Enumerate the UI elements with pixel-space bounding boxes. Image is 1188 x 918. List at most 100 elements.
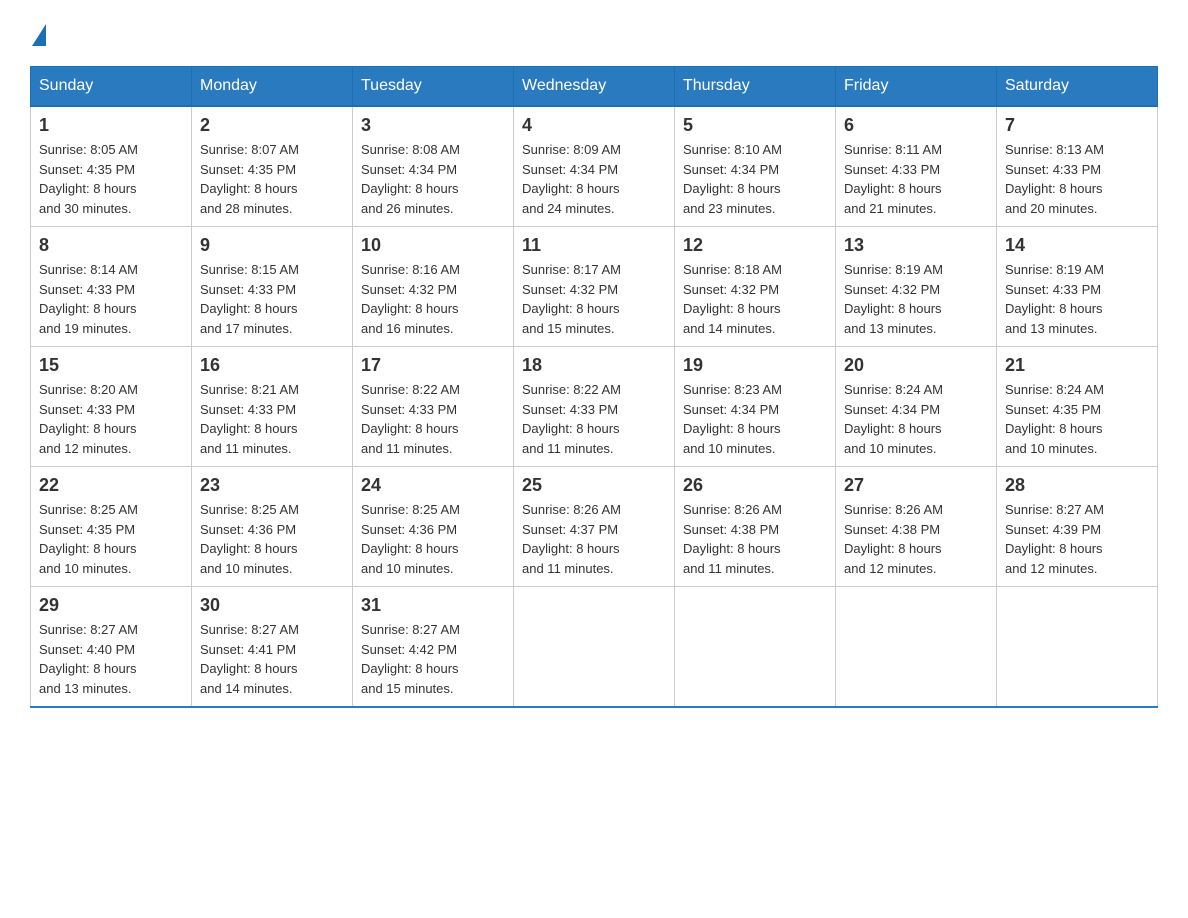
day-cell-5: 5 Sunrise: 8:10 AMSunset: 4:34 PMDayligh…	[675, 106, 836, 227]
day-info: Sunrise: 8:26 AMSunset: 4:37 PMDaylight:…	[522, 500, 666, 578]
day-cell-3: 3 Sunrise: 8:08 AMSunset: 4:34 PMDayligh…	[353, 106, 514, 227]
day-number: 10	[361, 235, 505, 256]
day-number: 17	[361, 355, 505, 376]
day-info: Sunrise: 8:25 AMSunset: 4:36 PMDaylight:…	[200, 500, 344, 578]
day-cell-12: 12 Sunrise: 8:18 AMSunset: 4:32 PMDaylig…	[675, 227, 836, 347]
column-header-thursday: Thursday	[675, 67, 836, 107]
day-number: 4	[522, 115, 666, 136]
day-cell-31: 31 Sunrise: 8:27 AMSunset: 4:42 PMDaylig…	[353, 587, 514, 708]
empty-cell	[836, 587, 997, 708]
day-info: Sunrise: 8:27 AMSunset: 4:41 PMDaylight:…	[200, 620, 344, 698]
day-info: Sunrise: 8:18 AMSunset: 4:32 PMDaylight:…	[683, 260, 827, 338]
day-cell-29: 29 Sunrise: 8:27 AMSunset: 4:40 PMDaylig…	[31, 587, 192, 708]
day-number: 5	[683, 115, 827, 136]
empty-cell	[997, 587, 1158, 708]
day-cell-9: 9 Sunrise: 8:15 AMSunset: 4:33 PMDayligh…	[192, 227, 353, 347]
empty-cell	[675, 587, 836, 708]
day-cell-19: 19 Sunrise: 8:23 AMSunset: 4:34 PMDaylig…	[675, 347, 836, 467]
day-cell-8: 8 Sunrise: 8:14 AMSunset: 4:33 PMDayligh…	[31, 227, 192, 347]
day-number: 11	[522, 235, 666, 256]
day-number: 28	[1005, 475, 1149, 496]
calendar-table: SundayMondayTuesdayWednesdayThursdayFrid…	[30, 66, 1158, 708]
day-number: 25	[522, 475, 666, 496]
day-info: Sunrise: 8:13 AMSunset: 4:33 PMDaylight:…	[1005, 140, 1149, 218]
day-info: Sunrise: 8:07 AMSunset: 4:35 PMDaylight:…	[200, 140, 344, 218]
day-cell-30: 30 Sunrise: 8:27 AMSunset: 4:41 PMDaylig…	[192, 587, 353, 708]
day-cell-27: 27 Sunrise: 8:26 AMSunset: 4:38 PMDaylig…	[836, 467, 997, 587]
day-number: 20	[844, 355, 988, 376]
day-info: Sunrise: 8:26 AMSunset: 4:38 PMDaylight:…	[683, 500, 827, 578]
day-info: Sunrise: 8:05 AMSunset: 4:35 PMDaylight:…	[39, 140, 183, 218]
day-info: Sunrise: 8:25 AMSunset: 4:36 PMDaylight:…	[361, 500, 505, 578]
day-info: Sunrise: 8:27 AMSunset: 4:40 PMDaylight:…	[39, 620, 183, 698]
day-number: 29	[39, 595, 183, 616]
week-row-4: 22 Sunrise: 8:25 AMSunset: 4:35 PMDaylig…	[31, 467, 1158, 587]
day-cell-18: 18 Sunrise: 8:22 AMSunset: 4:33 PMDaylig…	[514, 347, 675, 467]
day-info: Sunrise: 8:23 AMSunset: 4:34 PMDaylight:…	[683, 380, 827, 458]
day-number: 30	[200, 595, 344, 616]
day-info: Sunrise: 8:17 AMSunset: 4:32 PMDaylight:…	[522, 260, 666, 338]
day-number: 1	[39, 115, 183, 136]
day-info: Sunrise: 8:20 AMSunset: 4:33 PMDaylight:…	[39, 380, 183, 458]
day-number: 27	[844, 475, 988, 496]
column-header-friday: Friday	[836, 67, 997, 107]
day-number: 8	[39, 235, 183, 256]
day-info: Sunrise: 8:10 AMSunset: 4:34 PMDaylight:…	[683, 140, 827, 218]
day-cell-4: 4 Sunrise: 8:09 AMSunset: 4:34 PMDayligh…	[514, 106, 675, 227]
page-header	[30, 20, 1158, 46]
day-info: Sunrise: 8:22 AMSunset: 4:33 PMDaylight:…	[522, 380, 666, 458]
day-number: 24	[361, 475, 505, 496]
day-cell-6: 6 Sunrise: 8:11 AMSunset: 4:33 PMDayligh…	[836, 106, 997, 227]
week-row-3: 15 Sunrise: 8:20 AMSunset: 4:33 PMDaylig…	[31, 347, 1158, 467]
day-info: Sunrise: 8:24 AMSunset: 4:35 PMDaylight:…	[1005, 380, 1149, 458]
logo	[30, 20, 46, 46]
day-number: 3	[361, 115, 505, 136]
day-info: Sunrise: 8:08 AMSunset: 4:34 PMDaylight:…	[361, 140, 505, 218]
day-number: 31	[361, 595, 505, 616]
day-info: Sunrise: 8:27 AMSunset: 4:42 PMDaylight:…	[361, 620, 505, 698]
day-cell-14: 14 Sunrise: 8:19 AMSunset: 4:33 PMDaylig…	[997, 227, 1158, 347]
week-row-5: 29 Sunrise: 8:27 AMSunset: 4:40 PMDaylig…	[31, 587, 1158, 708]
day-info: Sunrise: 8:16 AMSunset: 4:32 PMDaylight:…	[361, 260, 505, 338]
day-number: 13	[844, 235, 988, 256]
day-number: 18	[522, 355, 666, 376]
day-cell-16: 16 Sunrise: 8:21 AMSunset: 4:33 PMDaylig…	[192, 347, 353, 467]
day-cell-22: 22 Sunrise: 8:25 AMSunset: 4:35 PMDaylig…	[31, 467, 192, 587]
day-info: Sunrise: 8:27 AMSunset: 4:39 PMDaylight:…	[1005, 500, 1149, 578]
day-cell-13: 13 Sunrise: 8:19 AMSunset: 4:32 PMDaylig…	[836, 227, 997, 347]
day-info: Sunrise: 8:24 AMSunset: 4:34 PMDaylight:…	[844, 380, 988, 458]
day-info: Sunrise: 8:25 AMSunset: 4:35 PMDaylight:…	[39, 500, 183, 578]
day-info: Sunrise: 8:19 AMSunset: 4:33 PMDaylight:…	[1005, 260, 1149, 338]
day-cell-25: 25 Sunrise: 8:26 AMSunset: 4:37 PMDaylig…	[514, 467, 675, 587]
day-info: Sunrise: 8:26 AMSunset: 4:38 PMDaylight:…	[844, 500, 988, 578]
column-header-saturday: Saturday	[997, 67, 1158, 107]
header-row: SundayMondayTuesdayWednesdayThursdayFrid…	[31, 67, 1158, 107]
day-cell-7: 7 Sunrise: 8:13 AMSunset: 4:33 PMDayligh…	[997, 106, 1158, 227]
day-number: 9	[200, 235, 344, 256]
day-number: 23	[200, 475, 344, 496]
day-info: Sunrise: 8:09 AMSunset: 4:34 PMDaylight:…	[522, 140, 666, 218]
day-cell-26: 26 Sunrise: 8:26 AMSunset: 4:38 PMDaylig…	[675, 467, 836, 587]
column-header-wednesday: Wednesday	[514, 67, 675, 107]
day-number: 2	[200, 115, 344, 136]
day-cell-17: 17 Sunrise: 8:22 AMSunset: 4:33 PMDaylig…	[353, 347, 514, 467]
day-number: 12	[683, 235, 827, 256]
day-cell-28: 28 Sunrise: 8:27 AMSunset: 4:39 PMDaylig…	[997, 467, 1158, 587]
column-header-monday: Monday	[192, 67, 353, 107]
day-cell-23: 23 Sunrise: 8:25 AMSunset: 4:36 PMDaylig…	[192, 467, 353, 587]
day-info: Sunrise: 8:15 AMSunset: 4:33 PMDaylight:…	[200, 260, 344, 338]
day-cell-15: 15 Sunrise: 8:20 AMSunset: 4:33 PMDaylig…	[31, 347, 192, 467]
logo-triangle-icon	[32, 24, 46, 46]
column-header-tuesday: Tuesday	[353, 67, 514, 107]
day-info: Sunrise: 8:11 AMSunset: 4:33 PMDaylight:…	[844, 140, 988, 218]
column-header-sunday: Sunday	[31, 67, 192, 107]
day-number: 6	[844, 115, 988, 136]
day-cell-10: 10 Sunrise: 8:16 AMSunset: 4:32 PMDaylig…	[353, 227, 514, 347]
day-info: Sunrise: 8:22 AMSunset: 4:33 PMDaylight:…	[361, 380, 505, 458]
day-number: 22	[39, 475, 183, 496]
day-number: 14	[1005, 235, 1149, 256]
week-row-2: 8 Sunrise: 8:14 AMSunset: 4:33 PMDayligh…	[31, 227, 1158, 347]
day-number: 16	[200, 355, 344, 376]
day-number: 19	[683, 355, 827, 376]
day-info: Sunrise: 8:21 AMSunset: 4:33 PMDaylight:…	[200, 380, 344, 458]
